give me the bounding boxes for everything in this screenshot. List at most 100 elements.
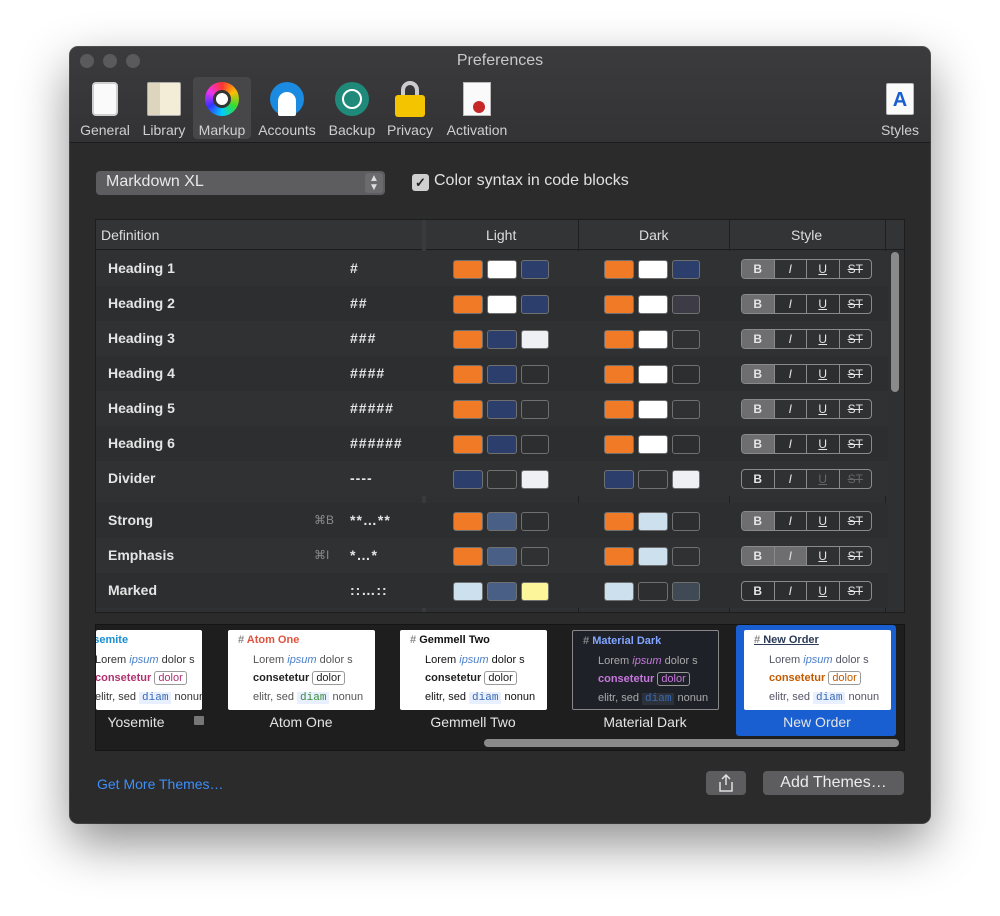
light-color-swatch[interactable] <box>521 400 549 419</box>
dark-color-swatch[interactable] <box>638 365 668 384</box>
table-row[interactable]: Marked::…:: B I U ST <box>96 573 888 608</box>
light-color-swatch[interactable] <box>521 435 549 454</box>
light-color-swatch[interactable] <box>487 435 517 454</box>
light-color-swatch[interactable] <box>487 330 517 349</box>
dark-color-swatch[interactable] <box>604 547 634 566</box>
light-color-swatch[interactable] <box>453 435 483 454</box>
style-strikethrough-toggle[interactable]: ST <box>840 260 872 278</box>
light-color-swatch[interactable] <box>487 512 517 531</box>
style-bold-toggle[interactable]: B <box>742 260 775 278</box>
get-more-themes-link[interactable]: Get More Themes… <box>97 776 224 792</box>
light-color-swatch[interactable] <box>487 260 517 279</box>
dark-color-swatch[interactable] <box>638 260 668 279</box>
column-header-definition[interactable]: Definition <box>101 227 159 243</box>
style-strikethrough-toggle[interactable]: ST <box>840 582 872 600</box>
style-strikethrough-toggle[interactable]: ST <box>840 295 872 313</box>
column-header-dark[interactable]: Dark <box>639 227 669 243</box>
style-bold-toggle[interactable]: B <box>742 512 775 530</box>
dark-color-swatch[interactable] <box>604 512 634 531</box>
style-underline-toggle[interactable]: U <box>807 330 840 348</box>
dark-color-swatch[interactable] <box>638 582 668 601</box>
style-bold-toggle[interactable]: B <box>742 470 775 488</box>
markup-language-select[interactable]: Markdown XL ▲ ▼ <box>96 171 385 195</box>
column-header-style[interactable]: Style <box>791 227 822 243</box>
toolbar-library[interactable]: Library <box>137 77 191 139</box>
light-color-swatch[interactable] <box>521 330 549 349</box>
theme-thumbnail[interactable]: # Gemmell Two Lorem ipsum dolor s conset… <box>400 630 547 710</box>
toolbar-styles[interactable]: A Styles <box>874 77 926 139</box>
dark-color-swatch[interactable] <box>604 365 634 384</box>
light-color-swatch[interactable] <box>487 582 517 601</box>
toolbar-activation[interactable]: Activation <box>442 77 512 139</box>
style-strikethrough-toggle[interactable]: ST <box>840 365 872 383</box>
dark-color-swatch[interactable] <box>604 260 634 279</box>
style-italic-toggle[interactable]: I <box>775 260 807 278</box>
toolbar-backup[interactable]: Backup <box>325 77 379 139</box>
toolbar-markup[interactable]: Markup <box>193 77 251 139</box>
dark-color-swatch[interactable] <box>672 435 700 454</box>
dark-color-swatch[interactable] <box>672 547 700 566</box>
toolbar-privacy[interactable]: Privacy <box>384 77 436 139</box>
dark-color-swatch[interactable] <box>672 365 700 384</box>
light-color-swatch[interactable] <box>487 400 517 419</box>
style-underline-toggle[interactable]: U <box>807 260 840 278</box>
table-row[interactable]: Heading 3 ### B I U ST <box>96 321 888 356</box>
light-color-swatch[interactable] <box>487 470 517 489</box>
dark-color-swatch[interactable] <box>604 330 634 349</box>
toolbar-accounts[interactable]: Accounts <box>255 77 319 139</box>
column-header-light[interactable]: Light <box>486 227 516 243</box>
light-color-swatch[interactable] <box>487 365 517 384</box>
style-italic-toggle[interactable]: I <box>775 470 807 488</box>
theme-thumbnail[interactable]: # New Order Lorem ipsum dolor s consetet… <box>744 630 891 710</box>
table-row[interactable]: Heading 5 ##### B I U ST <box>96 391 888 426</box>
style-bold-toggle[interactable]: B <box>742 365 775 383</box>
style-bold-toggle[interactable]: B <box>742 400 775 418</box>
dark-color-swatch[interactable] <box>604 400 634 419</box>
style-underline-toggle[interactable]: U <box>807 512 840 530</box>
light-color-swatch[interactable] <box>453 512 483 531</box>
color-syntax-label[interactable]: Color syntax in code blocks <box>434 172 629 190</box>
table-row[interactable]: Heading 1 # B I U ST <box>96 251 888 286</box>
style-italic-toggle[interactable]: I <box>775 365 807 383</box>
style-strikethrough-toggle[interactable]: ST <box>840 547 872 565</box>
style-strikethrough-toggle[interactable]: ST <box>840 512 872 530</box>
add-themes-button[interactable]: Add Themes… <box>763 771 904 795</box>
style-italic-toggle[interactable]: I <box>775 435 807 453</box>
style-bold-toggle[interactable]: B <box>742 547 775 565</box>
style-underline-toggle[interactable]: U <box>807 582 840 600</box>
light-color-swatch[interactable] <box>453 365 483 384</box>
light-color-swatch[interactable] <box>453 295 483 314</box>
table-row[interactable]: Strong ⌘B **…** B I U ST <box>96 503 888 538</box>
toolbar-general[interactable]: General <box>76 77 134 139</box>
light-color-swatch[interactable] <box>521 260 549 279</box>
light-color-swatch[interactable] <box>453 260 483 279</box>
dark-color-swatch[interactable] <box>672 295 700 314</box>
style-italic-toggle[interactable]: I <box>774 547 807 565</box>
dark-color-swatch[interactable] <box>672 582 700 601</box>
dark-color-swatch[interactable] <box>638 512 668 531</box>
style-italic-toggle[interactable]: I <box>775 400 807 418</box>
theme-thumbnail[interactable]: # Material Dark Lorem ipsum dolor s cons… <box>572 630 719 710</box>
theme-thumbnail[interactable]: Yosemite Lorem ipsum dolor s consetetur … <box>96 630 202 710</box>
style-strikethrough-toggle[interactable]: ST <box>840 400 872 418</box>
dark-color-swatch[interactable] <box>604 470 634 489</box>
dark-color-swatch[interactable] <box>604 295 634 314</box>
dark-color-swatch[interactable] <box>672 512 700 531</box>
dark-color-swatch[interactable] <box>604 435 634 454</box>
style-italic-toggle[interactable]: I <box>775 330 807 348</box>
style-bold-toggle[interactable]: B <box>742 330 775 348</box>
dark-color-swatch[interactable] <box>672 260 700 279</box>
dark-color-swatch[interactable] <box>672 470 700 489</box>
dark-color-swatch[interactable] <box>638 295 668 314</box>
table-row[interactable]: Heading 4 #### B I U ST <box>96 356 888 391</box>
dark-color-swatch[interactable] <box>638 470 668 489</box>
table-row[interactable]: Emphasis ⌘I *…* B I U ST <box>96 538 888 573</box>
style-bold-toggle[interactable]: B <box>742 295 775 313</box>
light-color-swatch[interactable] <box>521 365 549 384</box>
table-scrollbar[interactable] <box>891 252 899 392</box>
style-strikethrough-toggle[interactable]: ST <box>840 330 872 348</box>
style-strikethrough-toggle[interactable]: ST <box>840 470 872 488</box>
light-color-swatch[interactable] <box>521 547 549 566</box>
style-strikethrough-toggle[interactable]: ST <box>840 435 872 453</box>
style-underline-toggle[interactable]: U <box>807 295 840 313</box>
